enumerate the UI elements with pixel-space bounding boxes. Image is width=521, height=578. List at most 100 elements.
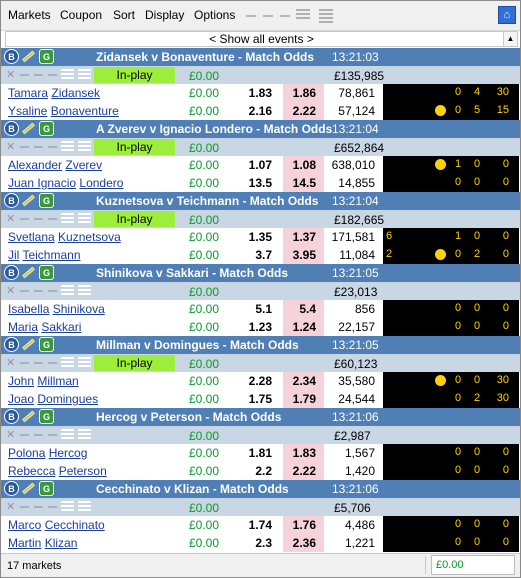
b-icon[interactable]: B xyxy=(4,265,19,280)
runner-name[interactable]: Ysaline Bonaventure xyxy=(8,104,119,118)
event-title[interactable]: Shinikova v Sakkari - Match Odds xyxy=(96,266,288,280)
event-header[interactable]: B G Cecchinato v Klizan - Match Odds 13:21:… xyxy=(1,480,520,498)
lay-price[interactable]: 1.86 xyxy=(283,84,324,102)
lines-icon[interactable] xyxy=(296,9,310,23)
bat-icon[interactable] xyxy=(21,409,36,424)
runner-first-name[interactable]: Marco xyxy=(8,518,41,532)
runner-name[interactable]: Maria Sakkari xyxy=(8,320,81,334)
lay-price[interactable]: 1.83 xyxy=(283,444,324,462)
b-icon[interactable]: B xyxy=(4,481,19,496)
close-icon[interactable]: ✕ xyxy=(6,212,15,225)
lines-icon[interactable] xyxy=(319,9,333,23)
event-header[interactable]: B G Millman v Domingues - Match Odds 13:21:… xyxy=(1,336,520,354)
dash-icon[interactable] xyxy=(48,362,57,364)
back-price[interactable]: 1.07 xyxy=(234,156,282,174)
dash-icon[interactable] xyxy=(20,434,29,436)
back-price[interactable]: 2.16 xyxy=(234,102,282,120)
event-title[interactable]: Cecchinato v Klizan - Match Odds xyxy=(96,482,289,496)
close-icon[interactable]: ✕ xyxy=(6,500,15,513)
dash-icon[interactable] xyxy=(34,146,43,148)
toolbar-dash-icon[interactable] xyxy=(280,15,290,17)
close-icon[interactable]: ✕ xyxy=(6,68,15,81)
lines-icon[interactable] xyxy=(78,357,91,369)
runner-first-name[interactable]: Alexander xyxy=(8,158,62,172)
lines-icon[interactable] xyxy=(61,285,74,297)
runner-last-name[interactable]: Sakkari xyxy=(41,320,81,334)
lay-price[interactable]: 1.79 xyxy=(283,390,324,408)
runner-last-name[interactable]: Teichmann xyxy=(22,248,80,262)
dash-icon[interactable] xyxy=(34,74,43,76)
lay-price[interactable]: 1.24 xyxy=(283,318,324,336)
dash-icon[interactable] xyxy=(48,218,57,220)
event-title[interactable]: A Zverev v Ignacio Londero - Match Odds xyxy=(96,122,332,136)
lines-icon[interactable] xyxy=(61,501,74,513)
toolbar-dash-icon[interactable] xyxy=(246,15,256,17)
lines-icon[interactable] xyxy=(78,213,91,225)
menu-options[interactable]: Options xyxy=(194,8,235,22)
back-price[interactable]: 1.74 xyxy=(234,516,282,534)
runner-name[interactable]: Martin Klizan xyxy=(8,536,77,550)
runner-last-name[interactable]: Cecchinato xyxy=(45,518,105,532)
lines-icon[interactable] xyxy=(61,213,74,225)
lay-price[interactable]: 2.22 xyxy=(283,102,324,120)
event-header[interactable]: B G Kuznetsova v Teichmann - Match Odds 13:… xyxy=(1,192,520,210)
event-header[interactable]: B G Zidansek v Bonaventure - Match Odds 13:… xyxy=(1,48,520,66)
close-icon[interactable]: ✕ xyxy=(6,140,15,153)
event-header[interactable]: B G A Zverev v Ignacio Londero - Match Odd… xyxy=(1,120,520,138)
b-icon[interactable]: B xyxy=(4,49,19,64)
close-icon[interactable]: ✕ xyxy=(6,284,15,297)
runner-last-name[interactable]: Zidansek xyxy=(51,86,100,100)
lay-price[interactable]: 5.4 xyxy=(283,300,324,318)
runner-name[interactable]: Alexander Zverev xyxy=(8,158,102,172)
runner-first-name[interactable]: Ysaline xyxy=(8,104,47,118)
runner-first-name[interactable]: Svetlana xyxy=(8,230,55,244)
runner-last-name[interactable]: Bonaventure xyxy=(51,104,119,118)
dash-icon[interactable] xyxy=(34,290,43,292)
runner-name[interactable]: Marco Cecchinato xyxy=(8,518,105,532)
g-icon[interactable]: G xyxy=(39,121,54,136)
show-all-events-label[interactable]: < Show all events > xyxy=(209,32,314,46)
lay-price[interactable]: 14.5 xyxy=(283,174,324,192)
runner-name[interactable]: Isabella Shinikova xyxy=(8,302,105,316)
b-icon[interactable]: B xyxy=(4,337,19,352)
lines-icon[interactable] xyxy=(61,141,74,153)
back-price[interactable]: 1.23 xyxy=(234,318,282,336)
runner-first-name[interactable]: Tamara xyxy=(8,86,48,100)
menu-coupon[interactable]: Coupon xyxy=(60,8,102,22)
dash-icon[interactable] xyxy=(48,506,57,508)
back-price[interactable]: 13.5 xyxy=(234,174,282,192)
lines-icon[interactable] xyxy=(78,429,91,441)
g-icon[interactable]: G xyxy=(39,337,54,352)
dash-icon[interactable] xyxy=(20,290,29,292)
back-price[interactable]: 1.81 xyxy=(234,444,282,462)
runner-first-name[interactable]: Jil xyxy=(8,248,19,262)
runner-last-name[interactable]: Hercog xyxy=(49,446,88,460)
dash-icon[interactable] xyxy=(34,362,43,364)
runner-name[interactable]: Rebecca Peterson xyxy=(8,464,107,478)
lines-icon[interactable] xyxy=(61,69,74,81)
runner-name[interactable]: Juan Ignacio Londero xyxy=(8,176,123,190)
dash-icon[interactable] xyxy=(48,74,57,76)
scroll-up-button[interactable]: ▲ xyxy=(503,32,517,46)
menu-markets[interactable]: Markets xyxy=(8,8,51,22)
g-icon[interactable]: G xyxy=(39,49,54,64)
bat-icon[interactable] xyxy=(21,481,36,496)
bat-icon[interactable] xyxy=(21,49,36,64)
bat-icon[interactable] xyxy=(21,121,36,136)
g-icon[interactable]: G xyxy=(39,409,54,424)
b-icon[interactable]: B xyxy=(4,193,19,208)
lines-icon[interactable] xyxy=(78,69,91,81)
event-header[interactable]: B G Shinikova v Sakkari - Match Odds 13:21:… xyxy=(1,264,520,282)
back-price[interactable]: 1.83 xyxy=(234,84,282,102)
dash-icon[interactable] xyxy=(20,362,29,364)
dash-icon[interactable] xyxy=(20,74,29,76)
lines-icon[interactable] xyxy=(78,285,91,297)
pin-icon[interactable]: ⌂ xyxy=(498,6,516,24)
runner-first-name[interactable]: John xyxy=(8,374,34,388)
toolbar-dash-icon[interactable] xyxy=(263,15,273,17)
back-price[interactable]: 5.1 xyxy=(234,300,282,318)
lay-price[interactable]: 1.08 xyxy=(283,156,324,174)
lines-icon[interactable] xyxy=(61,429,74,441)
event-title[interactable]: Kuznetsova v Teichmann - Match Odds xyxy=(96,194,318,208)
lines-icon[interactable] xyxy=(61,357,74,369)
